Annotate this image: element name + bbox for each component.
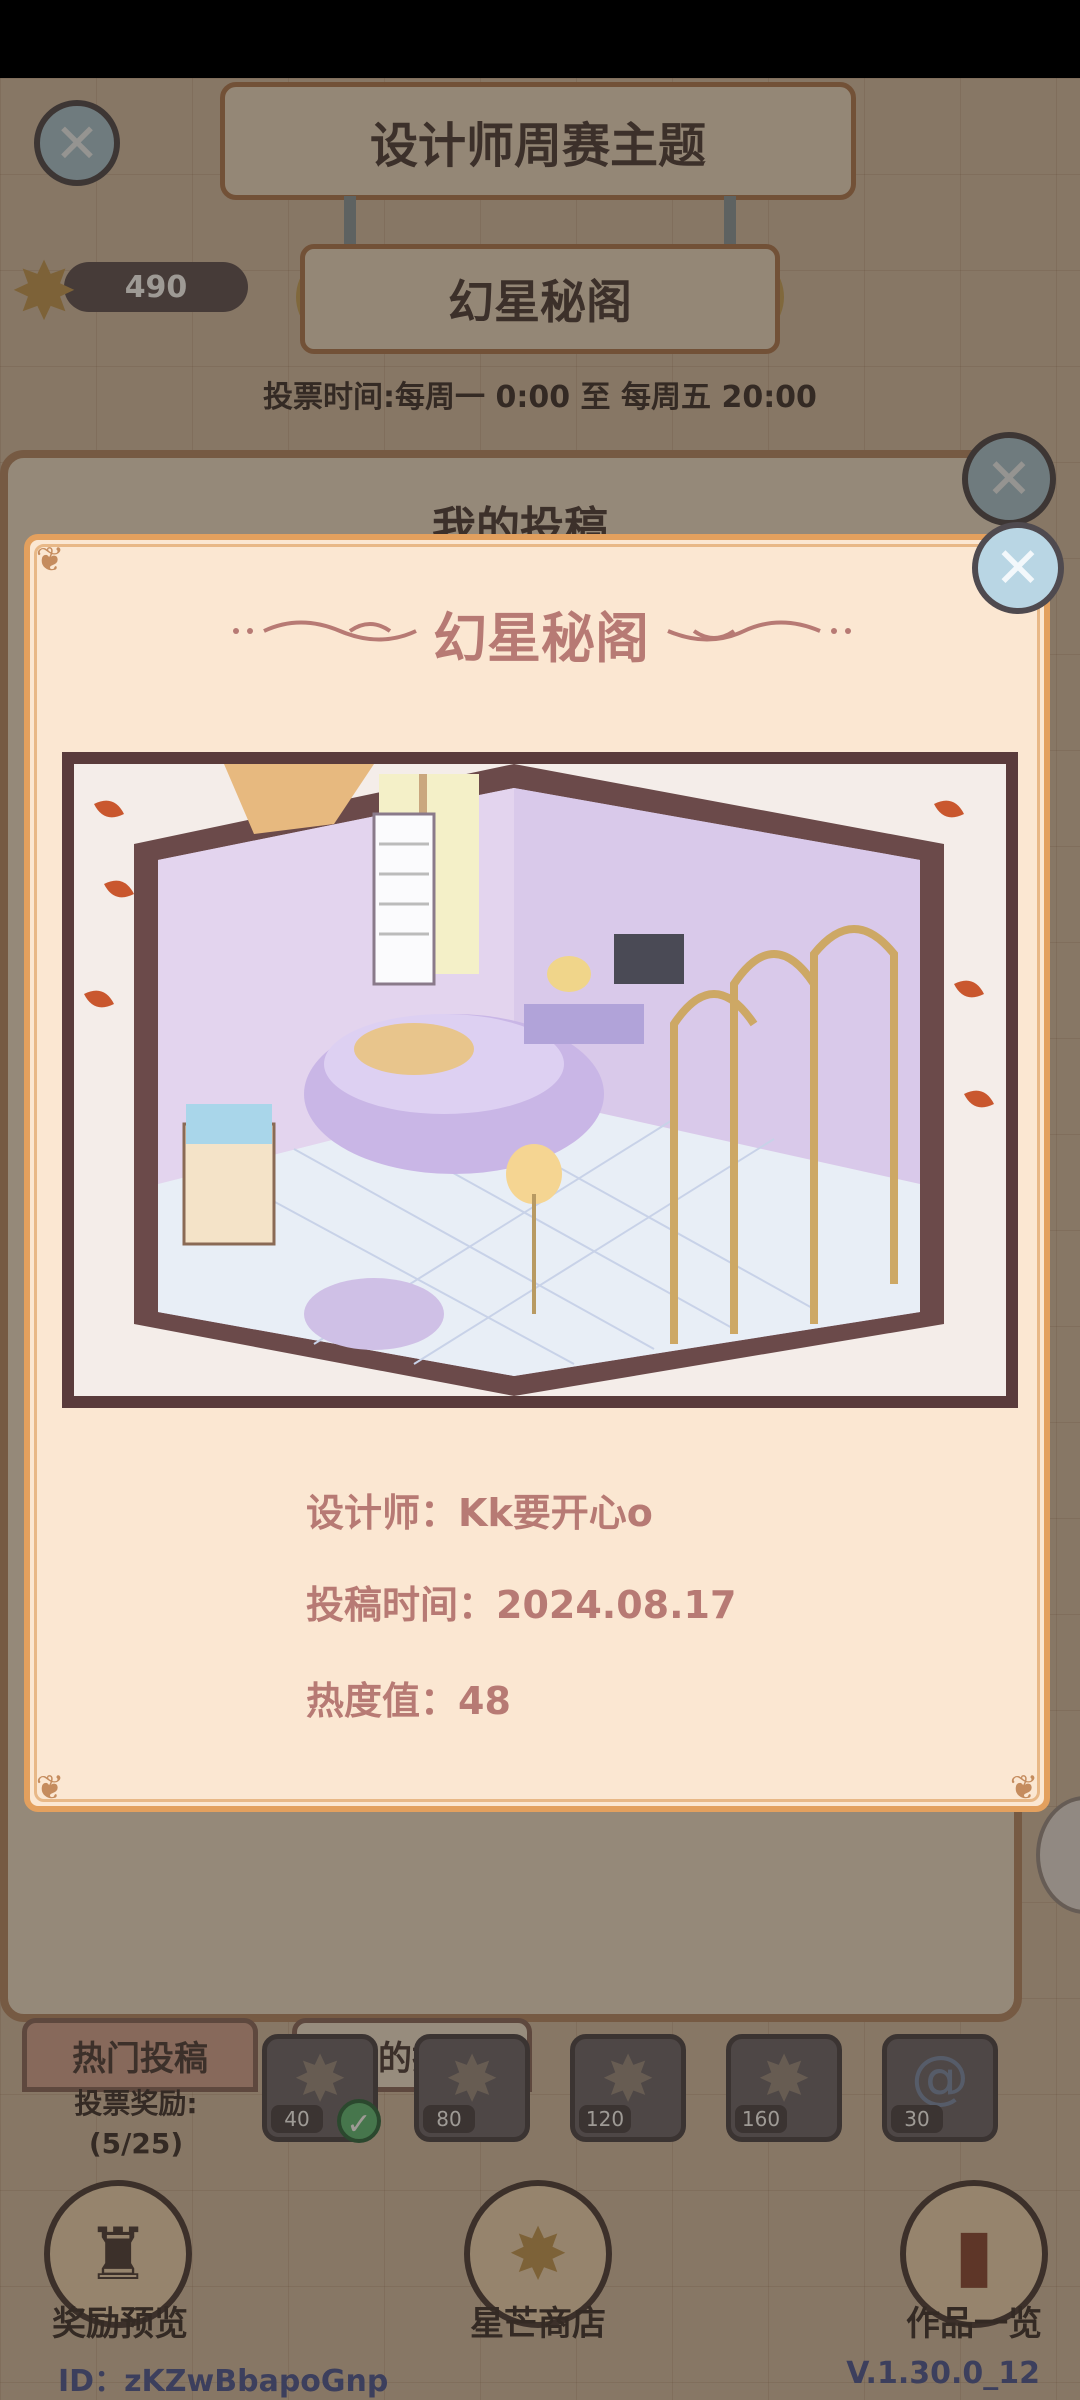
submit-time-info: 投稿时间：2024.08.17 <box>306 1583 737 1627</box>
designer-info: 设计师：Kk要开心o <box>306 1491 653 1535</box>
status-bar <box>0 0 1080 78</box>
corner-ornament-icon: ❦ <box>1009 1768 1039 1808</box>
corner-ornament-icon: ❦ <box>35 1768 65 1808</box>
corner-ornament-icon: ❦ <box>35 540 65 580</box>
room-design-image[interactable] <box>62 752 1018 1408</box>
room-illustration-drawing <box>74 764 1006 1396</box>
title-flourish-right <box>667 620 851 642</box>
close-icon: ✕ <box>994 535 1042 601</box>
close-card-button[interactable]: ✕ <box>972 522 1064 614</box>
heat-value-info: 热度值：48 <box>306 1679 511 1723</box>
room-illustration <box>74 764 1006 1396</box>
